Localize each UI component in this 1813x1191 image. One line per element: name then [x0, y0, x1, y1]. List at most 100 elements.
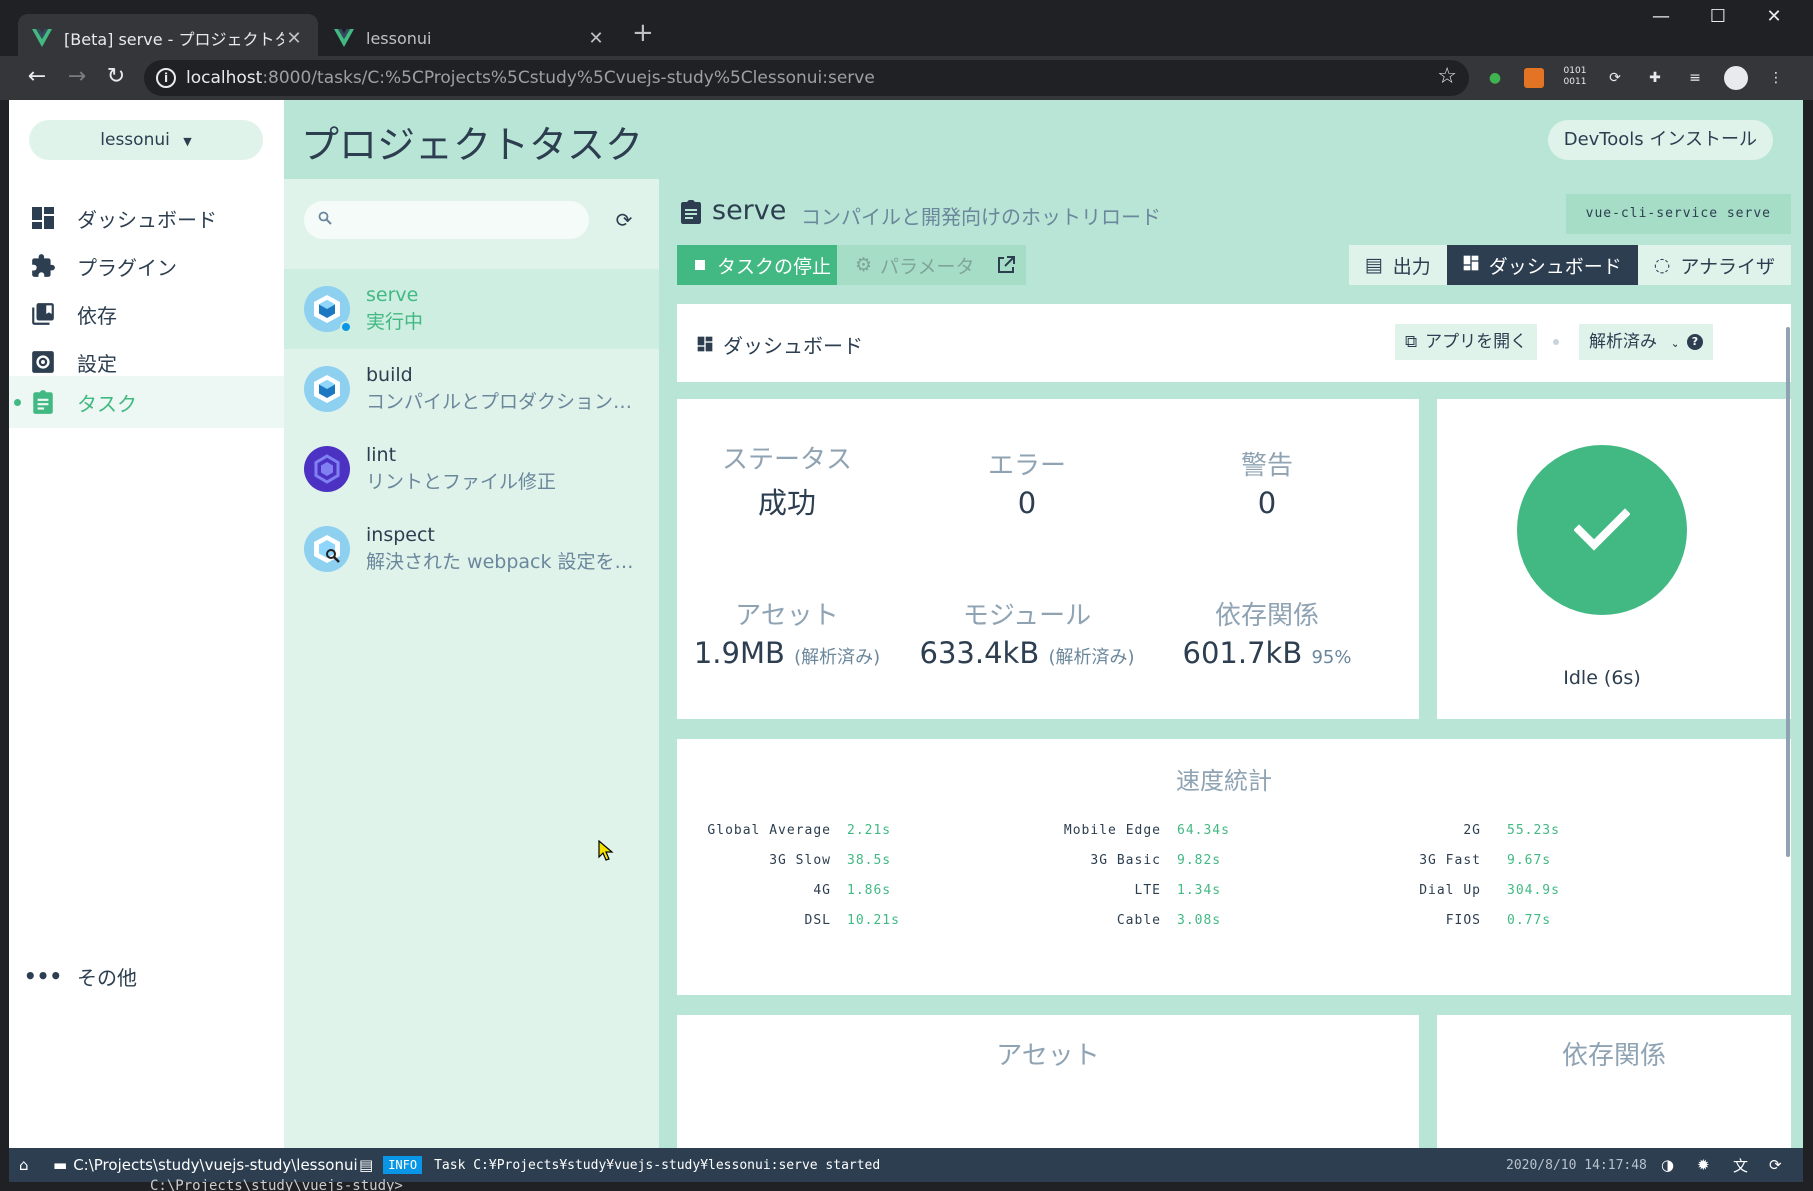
- bookmark-star-icon[interactable]: ☆: [1437, 64, 1457, 89]
- parameters-button[interactable]: ⚙ パラメータ: [837, 245, 993, 285]
- stat-status: ステータス 成功: [677, 439, 897, 522]
- speed-value: 55.23s: [1507, 823, 1560, 838]
- view-switcher: ▤ 出力 ダッシュボード ◌ アナライザ: [1348, 245, 1791, 285]
- task-name: lint: [366, 444, 397, 466]
- forward-icon[interactable]: →: [62, 64, 92, 89]
- task-item-build[interactable]: build コンパイルとプロダクション用の最小化: [284, 349, 659, 429]
- tab-lessonui[interactable]: lessonui ✕: [320, 14, 620, 62]
- avatar[interactable]: [1724, 66, 1748, 90]
- scrollbar[interactable]: [1786, 327, 1790, 857]
- back-icon[interactable]: ←: [22, 64, 52, 89]
- maximize-button[interactable]: ☐: [1698, 6, 1738, 27]
- help-icon: ?: [1687, 334, 1703, 350]
- new-tab-button[interactable]: +: [632, 18, 654, 48]
- stat-dependencies: 依存関係 601.7kB 95%: [1147, 595, 1387, 670]
- sidebar-item-more[interactable]: ••• その他: [9, 950, 284, 1002]
- tab-dashboard[interactable]: ダッシュボード: [1446, 245, 1638, 285]
- reload-icon[interactable]: ↻: [101, 64, 131, 89]
- translate-icon[interactable]: 文: [1733, 1148, 1748, 1182]
- close-window-button[interactable]: ✕: [1754, 6, 1794, 27]
- url-text[interactable]: localhost:8000/tasks/C:%5CProjects%5Cstu…: [186, 68, 875, 88]
- page-title: プロジェクトタスク: [301, 123, 644, 167]
- folder-icon: ▬: [53, 1156, 68, 1174]
- task-desc: 解決された webpack 設定を調査: [366, 551, 646, 573]
- stat-value: 0: [1257, 486, 1277, 520]
- tab-analyzer[interactable]: ◌ アナライザ: [1637, 245, 1791, 285]
- refresh-icon[interactable]: ⟳: [1769, 1148, 1782, 1182]
- stat-assets: アセット 1.9MB (解析済み): [657, 595, 917, 670]
- project-path[interactable]: ▬ C:\Projects\study\vuejs-study\lessonui: [53, 1148, 358, 1182]
- media-icon[interactable]: ≡: [1683, 66, 1707, 90]
- task-item-inspect[interactable]: inspect 解決された webpack 設定を調査: [284, 509, 659, 589]
- minimize-button[interactable]: —: [1641, 6, 1681, 27]
- page-header: プロジェクトタスク DevTools インストール: [284, 100, 1803, 179]
- task-list-panel: ⟳ serve 実行中 build コンパイルとプロダクション用の最小化 lin…: [284, 179, 659, 1148]
- sidebar-item-dashboard[interactable]: ダッシュボード: [9, 192, 284, 244]
- open-external-button[interactable]: [986, 245, 1026, 285]
- log-level-badge: INFO: [383, 1156, 423, 1174]
- tab-output[interactable]: ▤ 出力: [1348, 245, 1447, 285]
- speed-label: Global Average: [707, 823, 831, 838]
- task-name: build: [366, 364, 413, 386]
- search-icon: [318, 211, 332, 229]
- stat-label: エラー: [987, 451, 1066, 481]
- address-bar[interactable]: i localhost:8000/tasks/C:%5CProjects%5Cs…: [144, 60, 1469, 96]
- tab-serve[interactable]: [Beta] serve - プロジェクトタスク - Vue ✕: [18, 14, 318, 62]
- speed-label: 3G Fast: [1419, 853, 1481, 868]
- stat-value: 1.9MB (解析済み): [693, 636, 881, 670]
- open-app-button[interactable]: ⧉ アプリを開く: [1395, 324, 1538, 360]
- bug-icon[interactable]: ✹: [1697, 1148, 1710, 1182]
- speed-value: 9.82s: [1177, 853, 1222, 868]
- browser-toolbar: ← → ↻ i localhost:8000/tasks/C:%5CProjec…: [0, 56, 1813, 100]
- tab-close-icon[interactable]: ✕: [284, 28, 304, 49]
- speed-value: 9.67s: [1507, 853, 1552, 868]
- speed-label: 3G Slow: [769, 853, 831, 868]
- speed-label: Dial Up: [1419, 883, 1481, 898]
- terminal-prompt: C:\Projects\study\vuejs-study>: [150, 1178, 403, 1191]
- puzzle-icon[interactable]: ✚: [1643, 66, 1667, 90]
- search-input[interactable]: [340, 208, 570, 232]
- log-message-text: Task C:¥Projects¥study¥vuejs-study¥lesso…: [434, 1157, 881, 1173]
- task-item-lint[interactable]: lint リントとファイル修正: [284, 429, 659, 509]
- stat-label: ステータス: [721, 445, 852, 475]
- assets-card: アセット: [677, 1015, 1419, 1148]
- clipboard-icon: [681, 200, 701, 224]
- tab-title: lessonui: [366, 28, 432, 48]
- tab-close-icon[interactable]: ✕: [586, 28, 606, 49]
- sidebar: lessonui ▼ ダッシュボード プラグイン 依存 設定 タスク ••• そ…: [9, 100, 284, 1148]
- task-icon: [29, 388, 57, 416]
- task-title: serve: [712, 195, 787, 226]
- home-icon[interactable]: ⌂: [19, 1148, 29, 1182]
- sidebar-item-dependencies[interactable]: 依存: [9, 288, 284, 340]
- idle-status: Idle (6s): [1563, 667, 1641, 689]
- dependencies-title: 依存関係: [1561, 1041, 1666, 1071]
- sync-icon[interactable]: ⟳: [1603, 66, 1627, 90]
- project-selector[interactable]: lessonui ▼: [29, 120, 263, 160]
- task-desc: コンパイルとプロダクション用の最小化: [366, 391, 646, 413]
- binary-icon[interactable]: 0101 0011: [1563, 66, 1587, 90]
- extension-icon[interactable]: [1524, 68, 1544, 88]
- sidebar-item-tasks[interactable]: タスク: [9, 376, 284, 428]
- devtools-install-button[interactable]: DevTools インストール: [1547, 120, 1773, 160]
- log-message[interactable]: ▤ INFO Task C:¥Projects¥study¥vuejs-stud…: [359, 1148, 880, 1182]
- refresh-icon[interactable]: ⟳: [609, 201, 639, 239]
- help-button[interactable]: ?: [1677, 324, 1713, 360]
- info-icon[interactable]: i: [156, 68, 176, 88]
- sidebar-item-plugins[interactable]: プラグイン: [9, 240, 284, 292]
- plugin-icon: [29, 252, 57, 280]
- stat-modules: モジュール 633.4kB (解析済み): [897, 595, 1157, 670]
- task-search[interactable]: [304, 201, 589, 239]
- speed-label: FIOS: [1445, 913, 1481, 928]
- size-mode-select[interactable]: 解析済み ⌄: [1579, 324, 1691, 360]
- speed-value: 64.34s: [1177, 823, 1230, 838]
- evernote-icon[interactable]: ●: [1483, 66, 1507, 90]
- webpack-search-icon: [304, 526, 350, 572]
- menu-icon[interactable]: ⋮: [1764, 66, 1788, 90]
- stop-task-button[interactable]: タスクの停止: [677, 245, 850, 285]
- dependencies-card: 依存関係: [1437, 1015, 1791, 1148]
- dark-mode-icon[interactable]: ◑: [1661, 1148, 1674, 1182]
- tab-label: ダッシュボード: [1488, 255, 1622, 278]
- tab-title: [Beta] serve - プロジェクトタスク - Vue: [64, 30, 284, 49]
- speed-value: 10.21s: [847, 913, 900, 928]
- task-item-serve[interactable]: serve 実行中: [284, 269, 659, 349]
